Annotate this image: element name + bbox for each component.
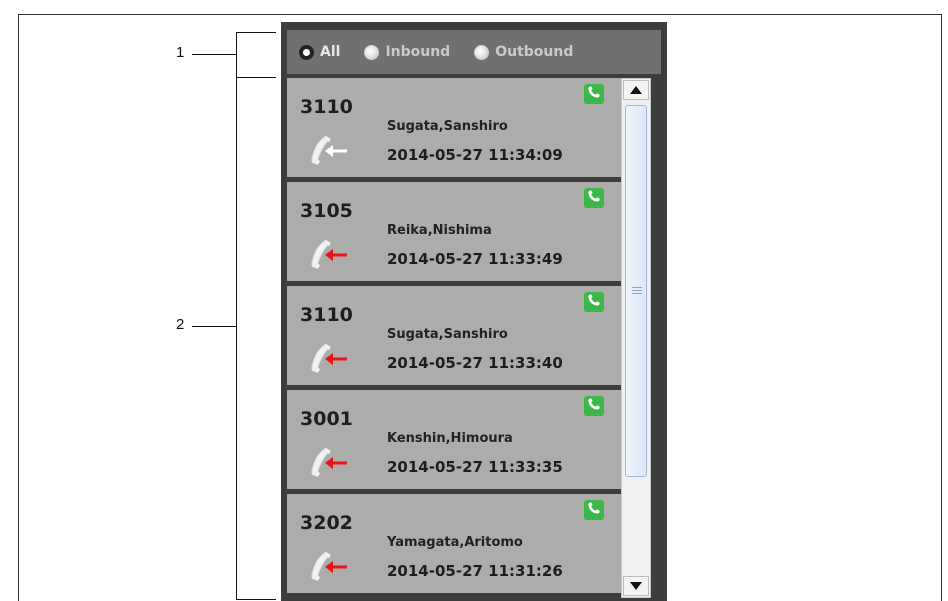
call-extension: 3110 [300, 96, 353, 118]
thumb-grip-line [632, 290, 642, 291]
call-contact-name: Yamagata,Aritomo [387, 535, 523, 550]
arrow-down-icon [630, 582, 642, 590]
incoming-call-icon [309, 238, 351, 272]
filter-inbound-label: Inbound [385, 44, 451, 60]
call-back-button[interactable] [584, 500, 604, 520]
frame-top-border [18, 14, 942, 15]
incoming-call-icon [309, 342, 351, 376]
filter-all[interactable]: All [299, 44, 340, 60]
phone-icon [587, 293, 601, 312]
call-back-button[interactable] [584, 292, 604, 312]
call-list-item[interactable]: 3110 Sugata,Sanshiro 2014-05-27 11:34:09 [287, 78, 621, 177]
thumb-grip-line [632, 287, 642, 288]
call-history-panel: All Inbound Outbound 3110 Sugata,Sanshir… [281, 22, 667, 601]
radio-unselected-icon[interactable] [474, 44, 490, 60]
call-extension: 3001 [300, 408, 353, 430]
call-back-button[interactable] [584, 396, 604, 416]
call-extension: 3110 [300, 304, 353, 326]
call-contact-name: Sugata,Sanshiro [387, 119, 508, 134]
frame-right-border [941, 14, 942, 601]
incoming-call-icon [309, 550, 351, 584]
filter-outbound-label: Outbound [495, 44, 574, 60]
scroll-up-button[interactable] [623, 80, 649, 100]
call-list-item[interactable]: 3105 Reika,Nishima 2014-05-27 11:33:49 [287, 182, 621, 281]
thumb-grip-line [632, 293, 642, 294]
call-list-item[interactable]: 3110 Sugata,Sanshiro 2014-05-27 11:33:40 [287, 286, 621, 385]
call-contact-name: Sugata,Sanshiro [387, 327, 508, 342]
call-extension: 3202 [300, 512, 353, 534]
callout-bracket-bottom [236, 77, 276, 78]
filter-all-label: All [320, 44, 341, 60]
incoming-call-icon [309, 446, 351, 480]
call-contact-name: Reika,Nishima [387, 223, 492, 238]
callout-leader-line [192, 326, 236, 327]
call-timestamp: 2014-05-27 11:33:49 [387, 250, 563, 268]
callout-bracket [236, 77, 237, 600]
callout-number: 2 [176, 316, 185, 333]
callout-bracket [236, 32, 237, 78]
phone-icon [587, 189, 601, 208]
scroll-down-button[interactable] [623, 576, 649, 596]
call-list-scrollbar[interactable] [621, 78, 651, 598]
filter-outbound[interactable]: Outbound [474, 44, 573, 60]
callout-bracket-top [236, 32, 276, 33]
filter-inbound[interactable]: Inbound [364, 44, 450, 60]
call-timestamp: 2014-05-27 11:31:26 [387, 562, 563, 580]
radio-selected-icon[interactable] [299, 44, 314, 60]
call-back-button[interactable] [584, 84, 604, 104]
call-filter-bar: All Inbound Outbound [287, 30, 661, 74]
callout-bracket-bottom [236, 599, 276, 600]
phone-icon [587, 501, 601, 520]
call-timestamp: 2014-05-27 11:33:35 [387, 458, 563, 476]
callout-number: 1 [176, 44, 185, 61]
call-contact-name: Kenshin,Himoura [387, 431, 513, 446]
call-list-item[interactable]: 3202 Yamagata,Aritomo 2014-05-27 11:31:2… [287, 494, 621, 593]
incoming-call-icon [309, 134, 351, 168]
scrollbar-thumb[interactable] [625, 105, 647, 477]
phone-icon [587, 397, 601, 416]
arrow-up-icon [630, 86, 642, 94]
phone-icon [587, 85, 601, 104]
call-timestamp: 2014-05-27 11:34:09 [387, 146, 563, 164]
call-back-button[interactable] [584, 188, 604, 208]
call-list: 3110 Sugata,Sanshiro 2014-05-27 11:34:09… [287, 78, 621, 601]
call-extension: 3105 [300, 200, 353, 222]
radio-unselected-icon[interactable] [364, 44, 380, 60]
callout-leader-line [192, 54, 236, 55]
call-timestamp: 2014-05-27 11:33:40 [387, 354, 563, 372]
call-list-item[interactable]: 3001 Kenshin,Himoura 2014-05-27 11:33:35 [287, 390, 621, 489]
frame-left-border [18, 14, 19, 601]
